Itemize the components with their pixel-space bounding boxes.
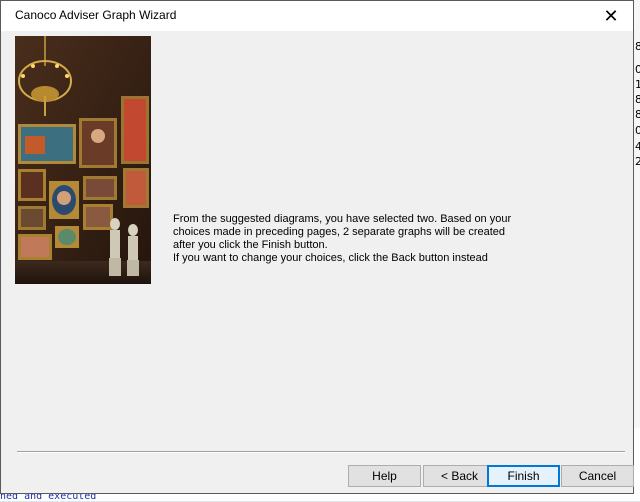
back-button[interactable]: < Back xyxy=(423,465,496,487)
bg-right-cell: 4 xyxy=(635,140,640,153)
bg-right-cell: 8 xyxy=(635,40,640,53)
finish-button-label: Finish xyxy=(507,469,540,483)
message-line: choices made in preceding pages, 2 separ… xyxy=(173,226,506,238)
cancel-button[interactable]: Cancel xyxy=(561,465,634,487)
bg-right-cell: 0 xyxy=(635,63,640,76)
bg-right-cell: 0 xyxy=(635,124,640,137)
bg-right-cell: 8 xyxy=(635,93,640,106)
help-button[interactable]: Help xyxy=(348,465,421,487)
button-separator xyxy=(17,451,625,453)
close-icon[interactable]: ✕ xyxy=(589,1,633,31)
window-title: Canoco Adviser Graph Wizard xyxy=(15,8,177,22)
title-bar[interactable]: Canoco Adviser Graph Wizard ✕ xyxy=(1,1,633,31)
bg-right-cell: 2 xyxy=(635,155,640,168)
finish-button[interactable]: Finish xyxy=(487,465,560,487)
back-button-label: < Back xyxy=(440,469,479,483)
graph-wizard-dialog: Canoco Adviser Graph Wizard ✕ From the s… xyxy=(0,0,634,494)
cancel-button-label: Cancel xyxy=(578,469,617,483)
wizard-message: From the suggested diagrams, you have se… xyxy=(173,213,533,265)
gallery-painting-image xyxy=(15,36,151,284)
bg-right-cell: 8 xyxy=(635,108,640,121)
help-button-label: Help xyxy=(372,469,397,483)
message-line: after you click the Finish button. xyxy=(173,239,328,251)
bg-right-cell: 1 xyxy=(635,78,640,91)
message-line: From the suggested diagrams, you have se… xyxy=(173,213,512,225)
message-line: If you want to change your choices, clic… xyxy=(173,252,488,264)
